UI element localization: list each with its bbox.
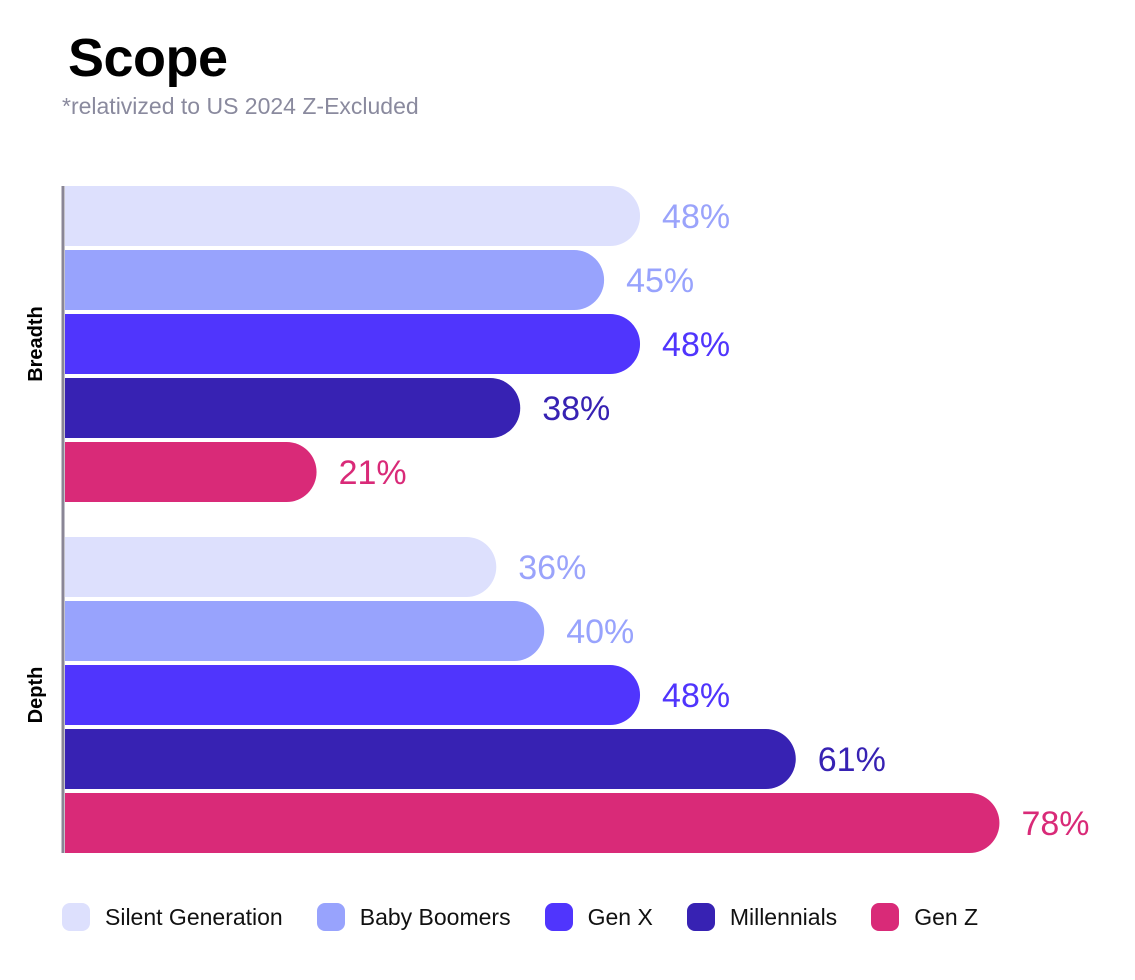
bar-depth-baby-boomers [65, 601, 545, 661]
bar-breadth-silent-generation [65, 186, 641, 246]
data-label: 48% [662, 326, 730, 364]
data-label: 78% [1021, 805, 1089, 843]
bar-depth-silent-generation [65, 537, 497, 597]
data-label: 38% [542, 390, 610, 428]
bar-depth-millennials [65, 729, 796, 789]
legend-swatch [871, 903, 900, 931]
legend-label: Gen Z [914, 904, 979, 930]
legend-item-baby-boomers: Baby Boomers [316, 903, 511, 931]
data-label: 40% [566, 613, 634, 651]
bar-depth-gen-x [65, 665, 641, 725]
bar-depth-gen-z [65, 793, 1000, 853]
bar-breadth-baby-boomers [65, 250, 605, 310]
bar-breadth-millennials [65, 378, 521, 438]
legend-item-millennials: Millennials [686, 903, 838, 931]
bar-breadth-gen-x [65, 314, 641, 374]
legend-item-gen-x: Gen X [544, 903, 653, 931]
data-label: 21% [339, 454, 407, 492]
legend-label: Baby Boomers [359, 904, 511, 930]
category-label-breadth: Breadth [25, 306, 47, 382]
legend-swatch [686, 903, 715, 931]
bar-chart: 48% 45% 48% 38% 21% Breadth 36% 40% 48% 61% 78% Dep… [25, 186, 1090, 853]
legend: Silent Generation Baby Boomers Gen X Mil… [62, 900, 1012, 934]
legend-swatch [316, 903, 345, 931]
data-label: 61% [818, 741, 886, 779]
data-label: 48% [662, 677, 730, 715]
legend-item-gen-z: Gen Z [871, 903, 978, 931]
legend-label: Silent Generation [105, 904, 283, 930]
data-label: 36% [518, 549, 586, 587]
legend-label: Gen X [587, 904, 653, 930]
data-label: 45% [626, 262, 694, 300]
legend-swatch [544, 903, 573, 931]
legend-label: Millennials [729, 904, 838, 930]
category-label-depth: Depth [25, 667, 47, 724]
bar-breadth-gen-z [65, 442, 317, 502]
data-label: 48% [662, 198, 730, 236]
legend-item-silent-generation: Silent Generation [62, 903, 283, 931]
legend-swatch [62, 903, 90, 931]
